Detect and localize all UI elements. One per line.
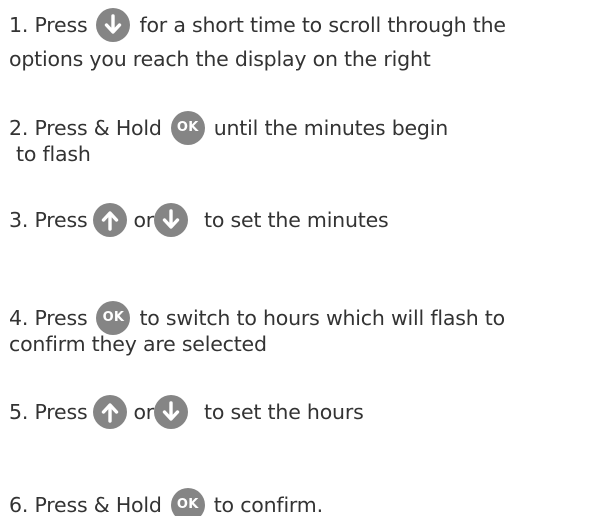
step-4-line-2: confirm they are selected [9, 330, 267, 358]
step-6-lead-text: 6. Press & Hold [9, 493, 162, 516]
ok-button-label: OK [176, 497, 199, 512]
step-2-continuation-text: to flash [16, 142, 91, 166]
arrow-up-button [93, 395, 128, 429]
step-2-line-2: to flash [16, 140, 91, 168]
arrow-down-button [96, 8, 131, 42]
step-3-or-text: or [133, 208, 155, 232]
step-3-tail-text: to set the minutes [204, 208, 389, 232]
arrow-down-button [154, 395, 189, 429]
arrow-down-icon [162, 401, 180, 421]
step-1-line-1: 1. Press for a short time to scroll thro… [9, 8, 506, 42]
step-5-line: 5. Press or to set the hours [9, 395, 364, 429]
step-2-lead-text: 2. Press & Hold [9, 116, 162, 140]
step-2-tail-text: until the minutes begin [213, 116, 449, 140]
arrow-up-button [93, 203, 128, 237]
ok-button: OK [170, 111, 205, 145]
ok-button: OK [170, 488, 205, 516]
step-4-tail-text: to switch to hours which will flash to [139, 306, 505, 330]
step-4-continuation-text: confirm they are selected [9, 332, 267, 356]
step-6-tail-text: to confirm. [213, 493, 323, 516]
arrow-up-icon [102, 211, 119, 231]
step-1-line-2: options you reach the display on the rig… [9, 45, 431, 73]
step-5-or-text: or [133, 400, 155, 424]
step-1-continuation-text: options you reach the display on the rig… [9, 47, 431, 71]
step-3-lead-text: 3. Press [9, 208, 88, 232]
ok-button-label: OK [176, 120, 199, 135]
step-1-tail-text: for a short time to scroll through the [139, 13, 506, 37]
step-5-tail-text: to set the hours [204, 400, 364, 424]
step-6-line: 6. Press & Hold OK to confirm. [9, 488, 323, 516]
step-1-lead-text: 1. Press [9, 13, 88, 37]
step-4-lead-text: 4. Press [9, 306, 88, 330]
arrow-down-button [154, 203, 189, 237]
arrow-down-icon [105, 14, 122, 34]
ok-button-label: OK [102, 310, 125, 325]
step-5-lead-text: 5. Press [9, 400, 88, 424]
arrow-down-icon [162, 209, 180, 229]
step-3-line: 3. Press or to set the minutes [9, 203, 389, 237]
arrow-up-icon [102, 403, 119, 423]
